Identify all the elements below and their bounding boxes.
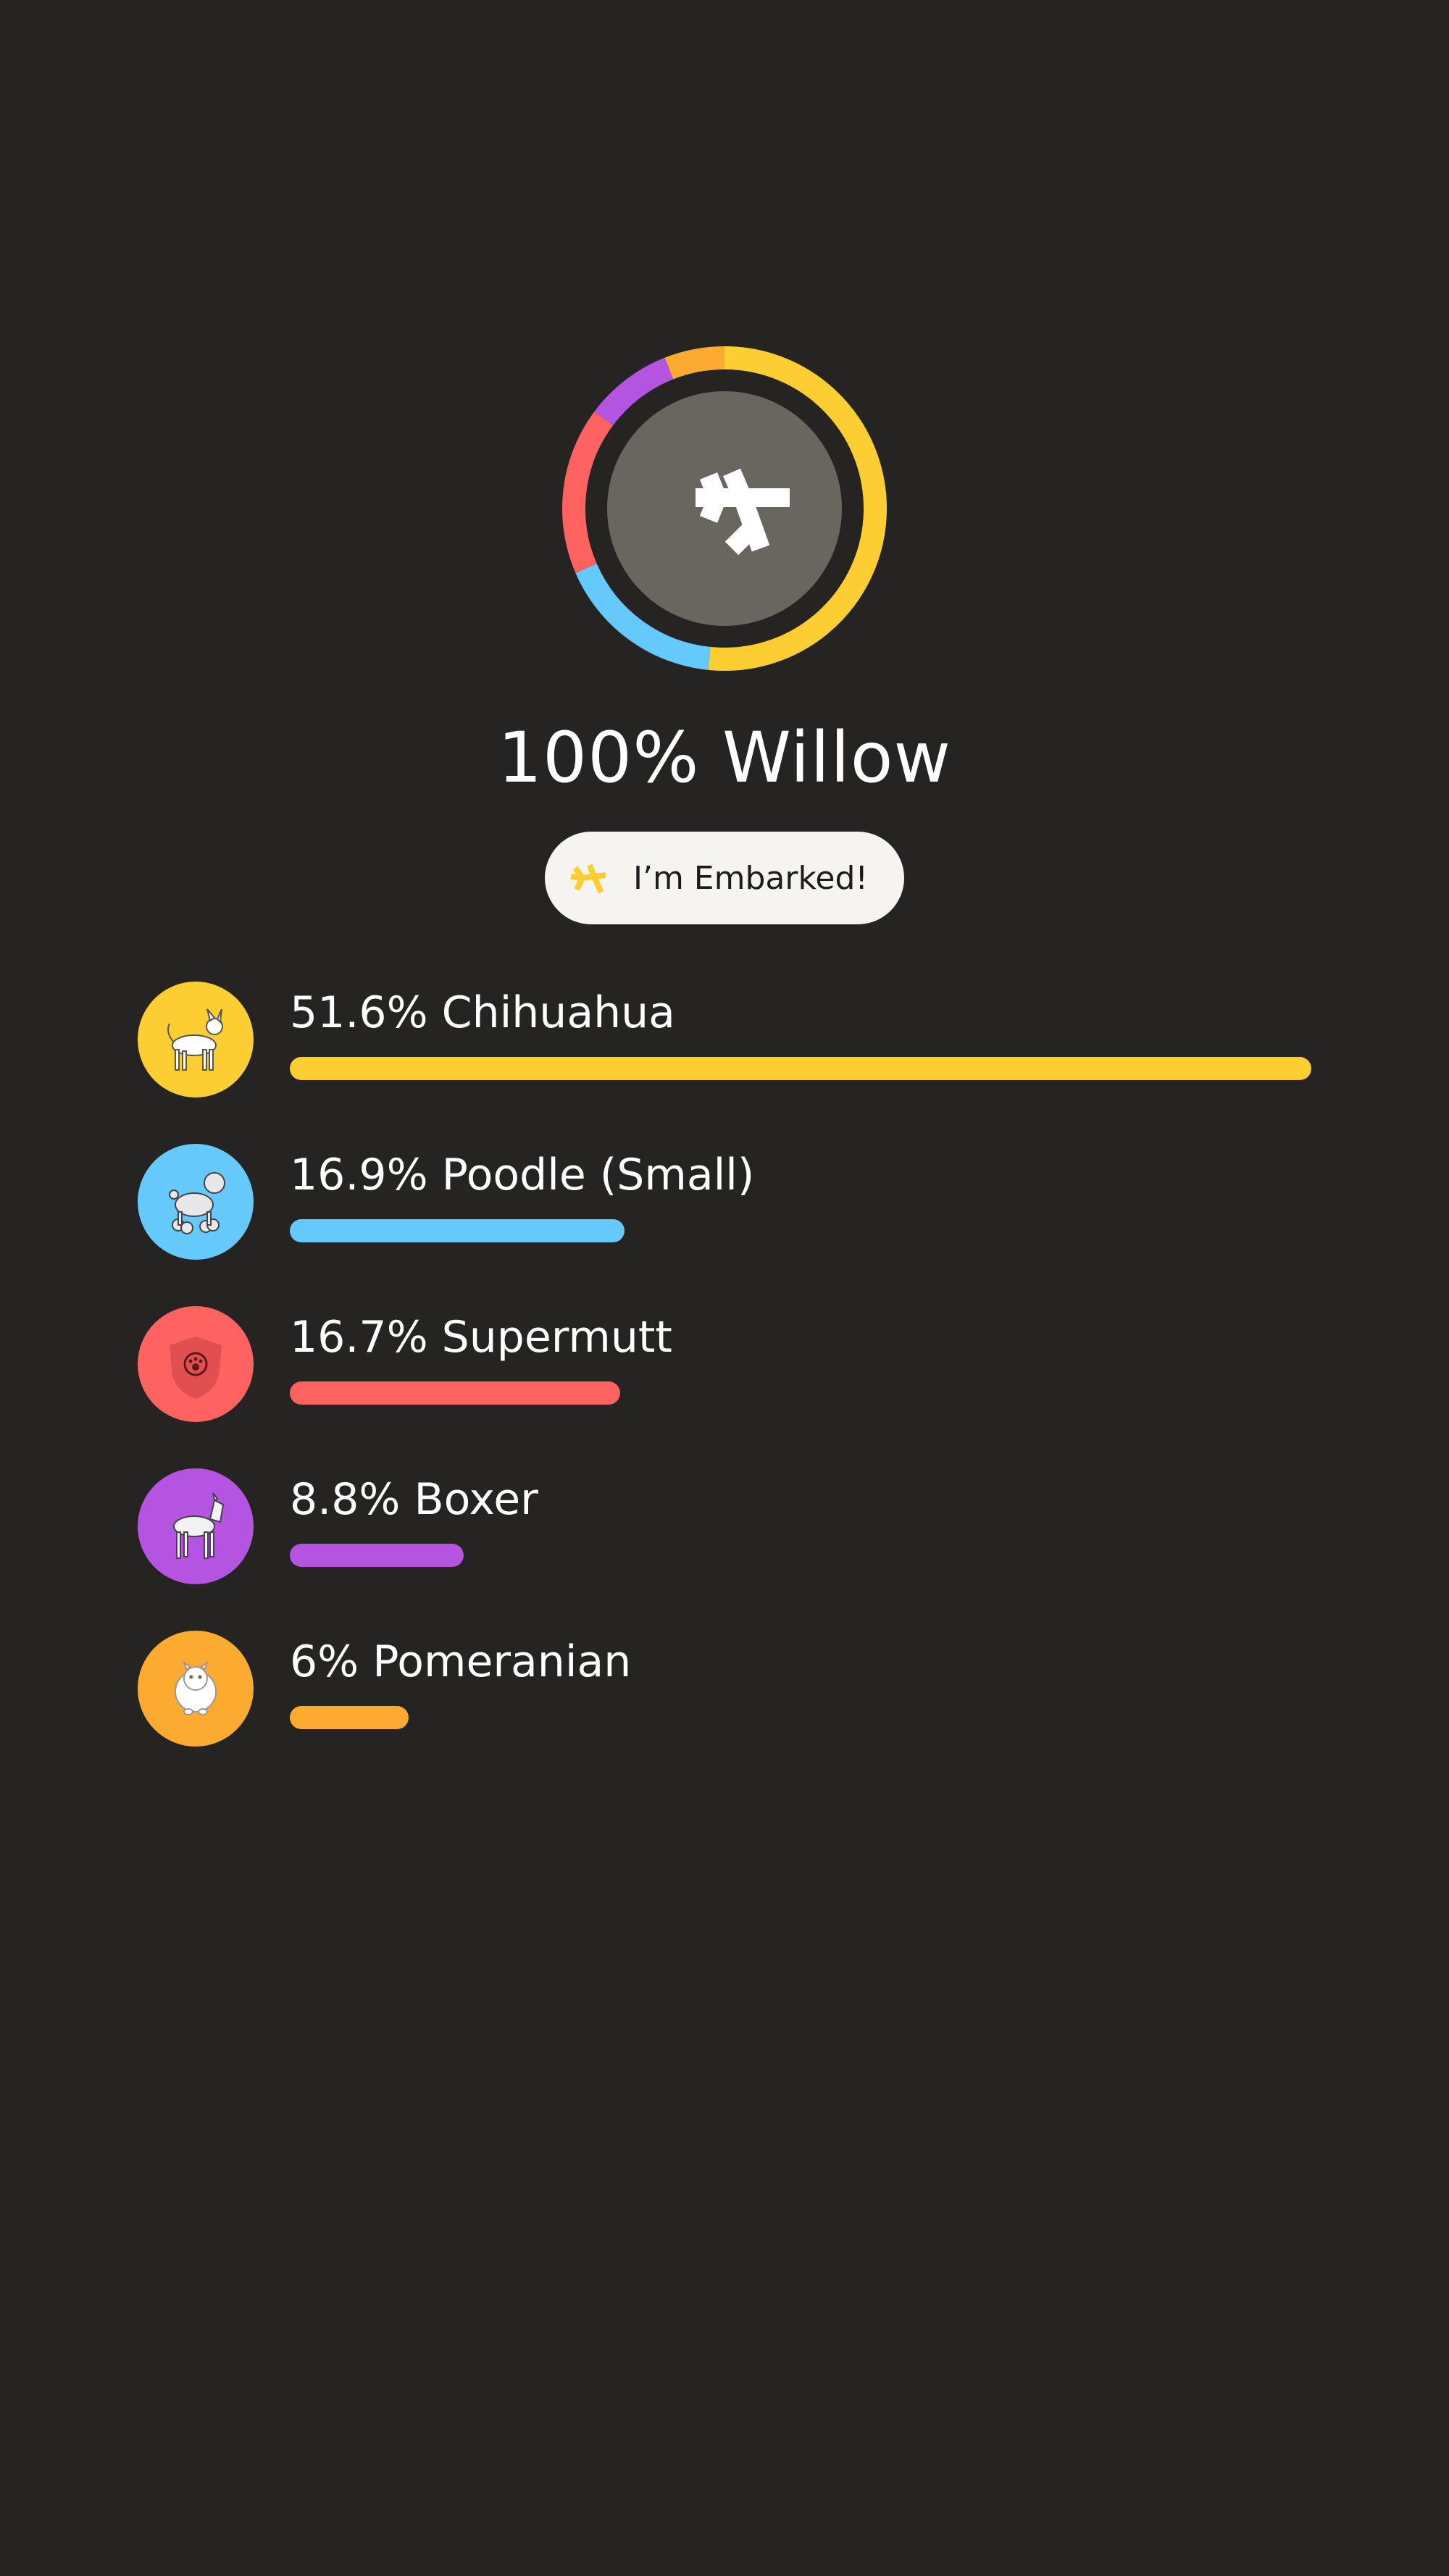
breed-avatar — [138, 1144, 254, 1260]
breed-avatar — [138, 1306, 254, 1422]
breed-percent-track — [290, 1544, 1311, 1567]
breed-label: 16.7% Supermutt — [290, 1312, 672, 1363]
chihuahua-icon — [167, 1008, 223, 1071]
breed-avatar — [138, 982, 254, 1097]
supermutt-shield-icon — [170, 1337, 222, 1399]
breed-label: 16.9% Poodle (Small) — [290, 1150, 755, 1200]
breed-percent-track — [290, 1219, 1311, 1242]
breed-label: 6% Pomeranian — [290, 1636, 632, 1687]
breed-row[interactable]: 16.9% Poodle (Small) — [138, 1144, 1326, 1260]
breed-row[interactable]: 6% Pomeranian — [138, 1631, 1326, 1747]
boxer-icon — [173, 1492, 225, 1559]
breed-percent-track — [290, 1057, 1311, 1080]
breed-row[interactable]: 8.8% Boxer — [138, 1468, 1326, 1584]
breed-percent-track — [290, 1381, 1311, 1405]
breed-composition-ring — [562, 346, 887, 671]
poodle-icon — [169, 1172, 225, 1234]
breed-row[interactable]: 16.7% Supermutt — [138, 1306, 1326, 1422]
breed-label: 8.8% Boxer — [290, 1474, 538, 1525]
ring-center — [607, 391, 842, 626]
dog-name-heading: 100% Willow — [497, 717, 952, 798]
breed-percent-bar — [290, 1219, 625, 1242]
embarked-badge[interactable]: I’m Embarked! — [545, 832, 904, 924]
breed-label: 51.6% Chihuahua — [290, 987, 675, 1038]
embark-logo-icon — [570, 863, 606, 894]
breed-avatar — [138, 1631, 254, 1747]
breed-row[interactable]: 51.6% Chihuahua — [138, 982, 1326, 1097]
breed-percent-bar — [290, 1381, 621, 1405]
breed-percent-bar — [290, 1706, 409, 1729]
ring-segment — [594, 357, 674, 426]
breed-percent-bar — [290, 1544, 464, 1567]
breed-percent-bar — [290, 1057, 1311, 1080]
pomeranian-icon — [175, 1660, 217, 1715]
ring-segment — [664, 346, 725, 380]
breed-percent-track — [290, 1706, 1311, 1729]
breed-avatar — [138, 1468, 254, 1584]
ring-segment — [562, 411, 614, 573]
embarked-badge-label: I’m Embarked! — [633, 859, 869, 897]
